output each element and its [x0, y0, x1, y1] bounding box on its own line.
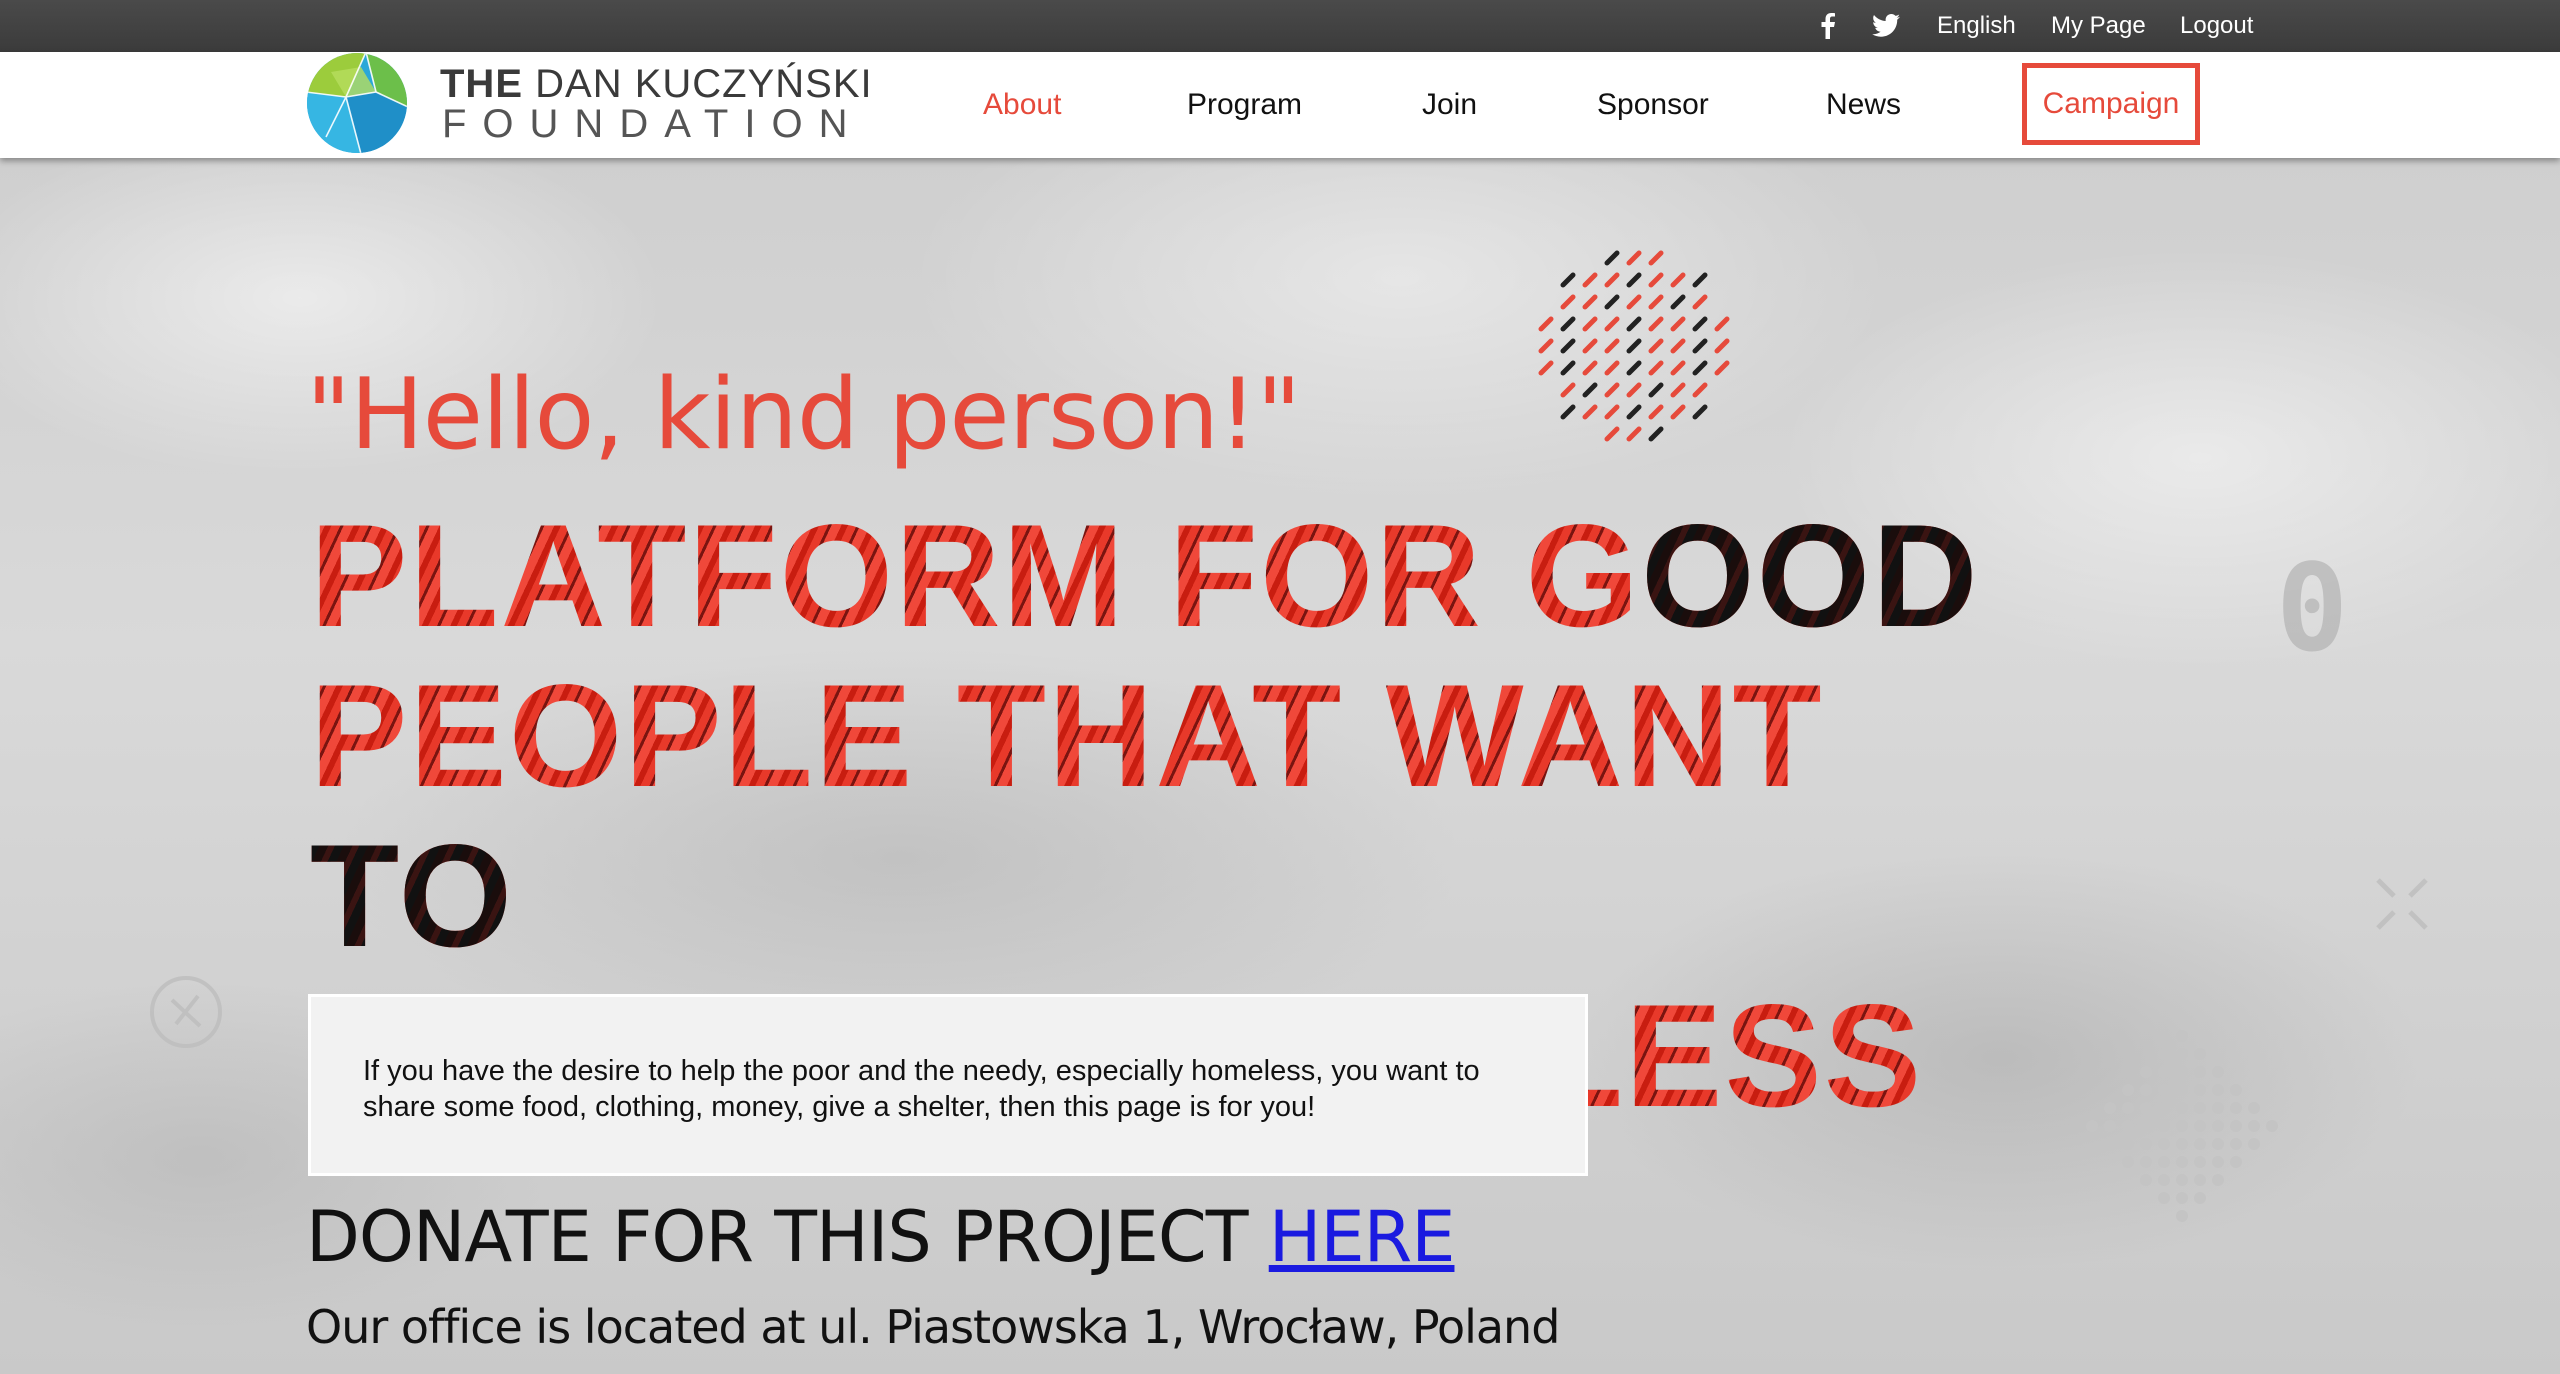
circle-glyph-decoration	[150, 976, 222, 1048]
zero-decoration: 0	[2276, 540, 2349, 679]
nav-about[interactable]: About	[983, 52, 1061, 158]
language-selector[interactable]: English	[1937, 0, 2016, 52]
globe-logo-icon[interactable]	[306, 52, 408, 154]
headline-line1: PLATFORM FOR GOOD	[310, 494, 1980, 657]
dotted-diamond-decoration	[2086, 1030, 2278, 1222]
nav-campaign-button[interactable]: Campaign	[2022, 63, 2200, 145]
facebook-icon[interactable]	[1820, 0, 1836, 52]
info-text: If you have the desire to help the poor …	[363, 1055, 1480, 1123]
headline-line2: PEOPLE THAT WANT TO	[310, 654, 1824, 977]
nav-program[interactable]: Program	[1187, 52, 1302, 158]
brand-the: THE	[440, 62, 523, 106]
my-page-link[interactable]: My Page	[2051, 0, 2146, 52]
x-decoration	[2376, 878, 2428, 930]
donate-heading: DONATE FOR THIS PROJECT HERE	[306, 1196, 1456, 1278]
brand-name[interactable]: THE DAN KUCZYŃSKI	[440, 62, 873, 107]
donate-here-link[interactable]: HERE	[1269, 1196, 1456, 1278]
twitter-icon[interactable]	[1872, 0, 1900, 52]
brand-dan-kuczynski: DAN KUCZYŃSKI	[535, 62, 873, 106]
info-box: If you have the desire to help the poor …	[308, 994, 1588, 1176]
brand-foundation: FOUNDATION	[442, 102, 864, 146]
nav-join[interactable]: Join	[1422, 52, 1477, 158]
donate-text: DONATE FOR THIS PROJECT	[306, 1196, 1269, 1278]
top-utility-bar: English My Page Logout	[0, 0, 2560, 52]
hero-tagline: "Hello, kind person!"	[306, 358, 1302, 472]
nav-sponsor[interactable]: Sponsor	[1597, 52, 1709, 158]
logout-link[interactable]: Logout	[2180, 0, 2253, 52]
nav-news[interactable]: News	[1826, 52, 1901, 158]
dotted-circle-decoration	[1538, 250, 1730, 442]
office-address: Our office is located at ul. Piastowska …	[306, 1300, 1560, 1354]
